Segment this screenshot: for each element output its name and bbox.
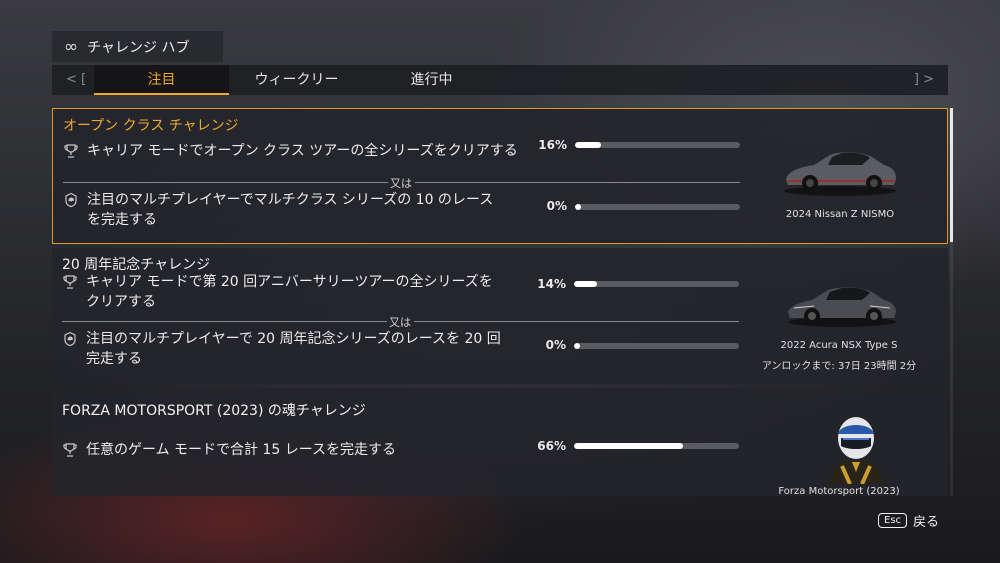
scrollbar-thumb[interactable] xyxy=(950,108,953,242)
helmet-badge-icon xyxy=(65,192,77,208)
objective-item: キャリア モードで第 20 回アニバーサリーツアーの全シリーズをクリアする xyxy=(62,272,506,312)
objective-text: 注目のマルチプレイヤーでマルチクラス シリーズの 10 のレースを完走する xyxy=(87,192,494,228)
progress-fill xyxy=(574,281,598,287)
progress-fill xyxy=(574,343,580,349)
challenge-title: 20 周年記念チャレンジ xyxy=(62,257,211,273)
objective-text: 任意のゲーム モードで合計 15 レースを完走する xyxy=(86,442,397,458)
progress-bar xyxy=(575,142,740,148)
tab-next-hint[interactable]: ] > xyxy=(914,65,934,95)
progress-bar xyxy=(574,443,739,449)
esc-key-icon: Esc xyxy=(878,513,908,528)
reward-name: 2024 Nissan Z NISMO xyxy=(785,209,895,220)
tab-prev-hint[interactable]: < [ xyxy=(66,65,86,95)
progress-percent: 0% xyxy=(545,338,566,352)
objective-text: キャリア モードでオープン クラス ツアーの全シリーズをクリアする xyxy=(87,143,518,159)
challenge-title: FORZA MOTORSPORT (2023) の魂チャレンジ xyxy=(62,403,366,419)
trophy-icon xyxy=(64,144,78,158)
or-separator: 又は xyxy=(389,316,411,329)
objective-text: 注目のマルチプレイヤーで 20 周年記念シリーズのレースを 20 回完走する xyxy=(86,331,501,367)
progress-bar xyxy=(574,343,739,349)
trophy-icon xyxy=(63,275,77,289)
tab-in-progress[interactable]: 進行中 xyxy=(364,65,499,95)
page-title: チャレンジ ハブ xyxy=(87,39,190,56)
trophy-icon xyxy=(63,443,77,457)
divider xyxy=(415,182,740,183)
objective-item: 注目のマルチプレイヤーで 20 周年記念シリーズのレースを 20 回完走する xyxy=(62,329,506,369)
back-label: 戻る xyxy=(913,515,940,530)
progress-fill xyxy=(575,204,581,210)
challenge-card-forza-spirit[interactable]: FORZA MOTORSPORT (2023) の魂チャレンジ 任意のゲーム モ… xyxy=(52,388,948,497)
progress-percent: 14% xyxy=(537,277,566,291)
tab-weekly[interactable]: ウィークリー xyxy=(229,65,364,95)
progress-fill xyxy=(574,443,683,449)
divider xyxy=(62,321,387,322)
reward-unlock-countdown: アンロックまで: 37日 23時間 2分 xyxy=(761,361,917,372)
tab-featured[interactable]: 注目 xyxy=(94,65,229,95)
reward-car-image xyxy=(788,287,896,327)
progress-percent: 16% xyxy=(538,138,567,152)
challenge-card-open-class[interactable]: オープン クラス チャレンジ キャリア モードでオープン クラス ツアーの全シリ… xyxy=(52,108,948,244)
objective-text: キャリア モードで第 20 回アニバーサリーツアーの全シリーズをクリアする xyxy=(86,274,493,310)
divider xyxy=(63,182,388,183)
objective-item: キャリア モードでオープン クラス ツアーの全シリーズをクリアする xyxy=(63,141,527,161)
reward-driver-gear-image xyxy=(830,417,882,484)
or-separator: 又は xyxy=(390,177,412,190)
helmet-badge-icon xyxy=(64,331,76,347)
progress-percent: 66% xyxy=(537,439,566,453)
progress-percent: 0% xyxy=(546,199,567,213)
divider xyxy=(414,321,739,322)
reward-car-image xyxy=(784,152,896,196)
back-button[interactable]: Esc 戻る xyxy=(878,511,939,530)
progress-fill xyxy=(575,142,602,148)
objective-item: 任意のゲーム モードで合計 15 レースを完走する xyxy=(62,440,506,460)
progress-bar xyxy=(574,281,739,287)
challenge-card-20th-anniversary[interactable]: 20 周年記念チャレンジ キャリア モードで第 20 回アニバーサリーツアーの全… xyxy=(52,248,948,384)
reward-name: 2022 Acura NSX Type S xyxy=(780,340,898,351)
page-title-box: ∞ チャレンジ ハブ xyxy=(52,31,223,62)
challenge-title: オープン クラス チャレンジ xyxy=(63,118,239,134)
infinity-icon: ∞ xyxy=(64,36,78,57)
reward-name: Forza Motorsport (2023) xyxy=(778,486,900,497)
tab-bar: < [ 注目 ウィークリー 進行中 ] > xyxy=(52,65,948,95)
objective-item: 注目のマルチプレイヤーでマルチクラス シリーズの 10 のレースを完走する xyxy=(63,190,507,230)
progress-bar xyxy=(575,204,740,210)
